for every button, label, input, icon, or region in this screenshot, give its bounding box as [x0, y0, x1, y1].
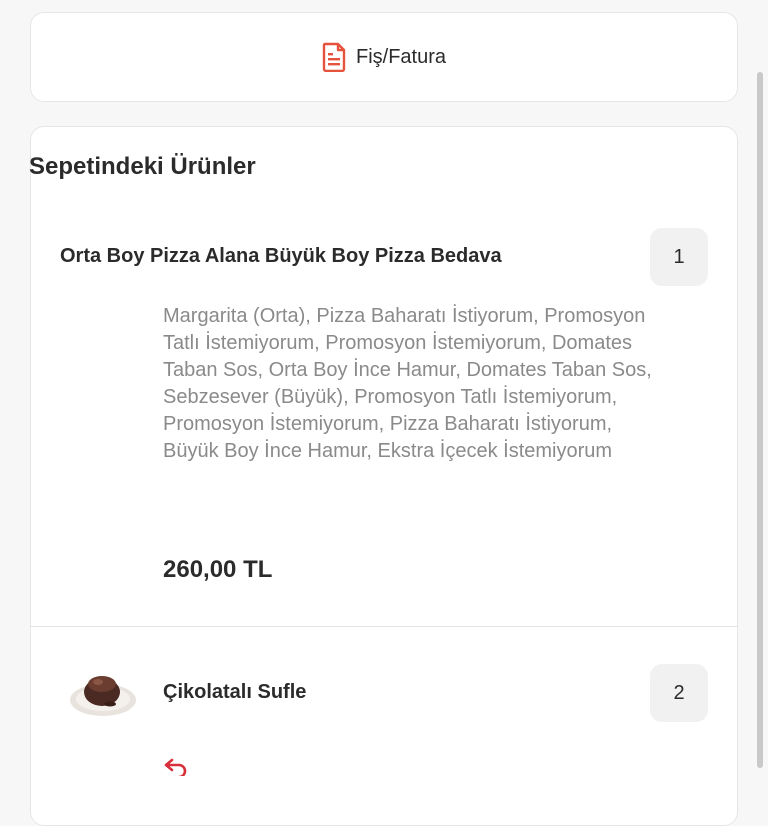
receipt-icon: [322, 42, 346, 72]
cart-item-options: Margarita (Orta), Pizza Baharatı İstiyor…: [163, 305, 652, 462]
undo-arrow-icon: [164, 758, 187, 776]
item-action-row[interactable]: [163, 756, 187, 776]
cart-card: [30, 126, 738, 826]
scrollbar[interactable]: [757, 72, 763, 768]
quantity-badge[interactable]: 1: [650, 228, 708, 286]
cart-item-price: 260,00 TL: [163, 556, 273, 583]
cart-item-name: Çikolatalı Sufle: [163, 681, 307, 703]
receipt-invoice-button[interactable]: Fiş/Fatura: [322, 42, 446, 72]
cart-item-name: Orta Boy Pizza Alana Büyük Boy Pizza Bed…: [60, 245, 502, 267]
receipt-card: Fiş/Fatura: [30, 12, 738, 102]
item-divider: [31, 626, 737, 627]
receipt-invoice-label: Fiş/Fatura: [355, 45, 447, 68]
cart-title: Sepetindeki Ürünler: [29, 153, 256, 180]
quantity-badge[interactable]: 2: [650, 664, 708, 722]
souffle-image: [70, 676, 136, 716]
